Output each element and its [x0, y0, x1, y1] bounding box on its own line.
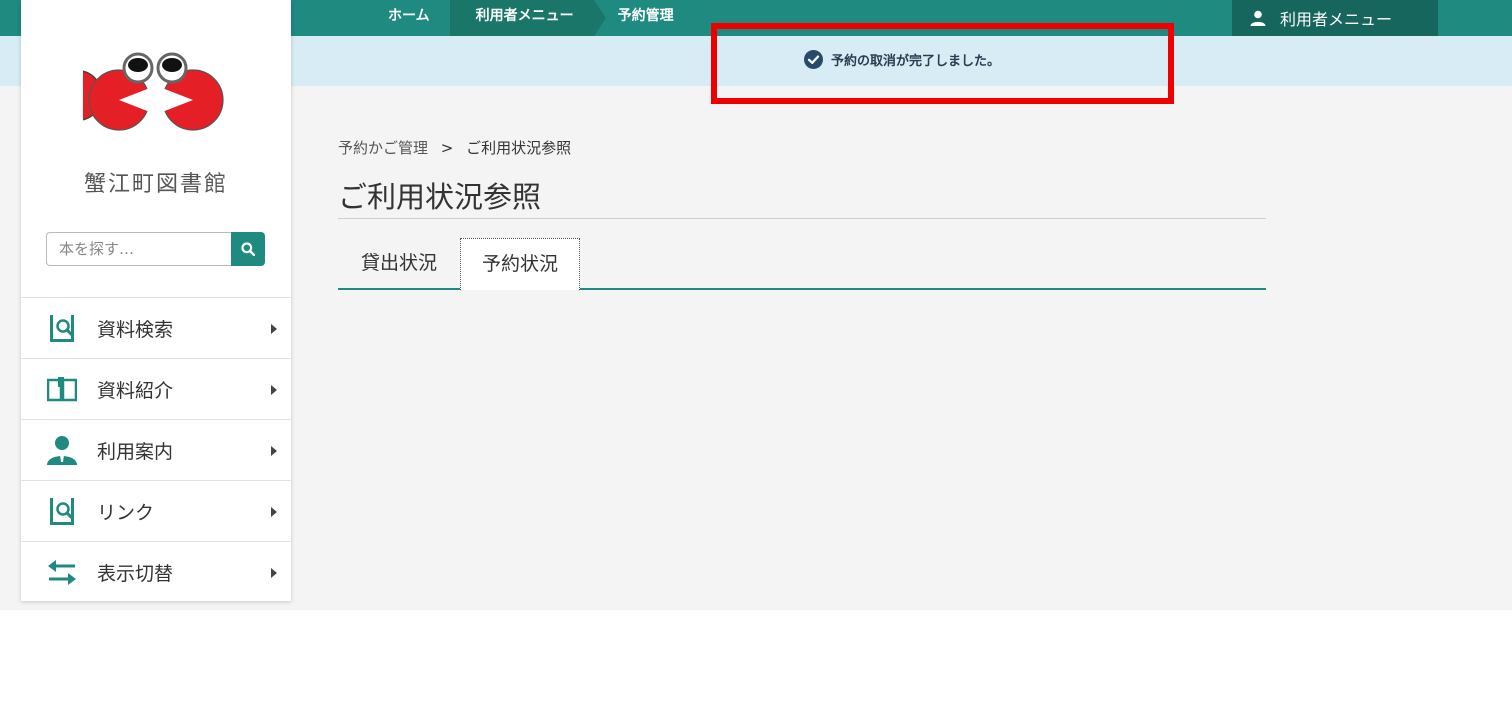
crab-logo-icon — [51, 52, 224, 131]
search-button[interactable] — [231, 232, 265, 266]
breadcrumb-home[interactable]: ホーム — [362, 0, 450, 36]
swap-arrows-icon — [48, 560, 76, 585]
sidebar-item-label: リンク — [97, 501, 155, 524]
notice-text: 予約の取消が完了しました。 — [831, 54, 1001, 69]
caret-right-icon — [271, 446, 277, 456]
sidebar-item-label: 利用案内 — [97, 440, 174, 463]
page-title: ご利用状況参照 — [338, 180, 542, 214]
book-search-icon — [50, 498, 74, 525]
sidebar-item-label: 資料検索 — [97, 318, 174, 341]
sidebar-menu: 資料検索 資料紹介 利用案内 リンク 表示切替 — [21, 297, 291, 602]
tab-loans[interactable]: 貸出状況 — [338, 238, 460, 290]
sidebar-item-guide[interactable]: 利用案内 — [21, 419, 291, 480]
title-divider — [338, 218, 1266, 219]
breadcrumb-user-menu[interactable]: 利用者メニュー — [449, 0, 606, 36]
sidebar-item-introduction[interactable]: 資料紹介 — [21, 358, 291, 419]
breadcrumb-reservation-management[interactable]: 予約管理 — [594, 0, 694, 36]
check-circle-icon — [804, 50, 823, 69]
breadcrumb-separator: > — [440, 139, 454, 157]
person-icon — [47, 436, 77, 465]
library-logo[interactable] — [51, 46, 233, 150]
search-icon — [241, 242, 255, 256]
sidebar-item-search[interactable]: 資料検索 — [21, 297, 291, 358]
caret-right-icon — [271, 385, 277, 395]
user-menu-button[interactable]: 利用者メニュー — [1232, 0, 1438, 36]
breadcrumb-parent-link[interactable]: 予約かご管理 — [338, 139, 428, 157]
sidebar: 蟹江町図書館 資料検索 — [21, 0, 291, 601]
book-search-icon — [50, 315, 74, 342]
top-breadcrumb: ホーム 利用者メニュー 予約管理 — [362, 0, 694, 36]
status-tabs: 貸出状況 予約状況 — [338, 238, 1266, 290]
tab-reservations[interactable]: 予約状況 — [460, 238, 580, 290]
open-book-icon — [47, 377, 77, 402]
search-input[interactable] — [46, 232, 234, 266]
page: ホーム 利用者メニュー 予約管理 利用者メニュー 予約の取消が完了しました。 蟹… — [0, 0, 1512, 720]
library-name: 蟹江町図書館 — [83, 172, 228, 197]
breadcrumb-current: ご利用状況参照 — [466, 139, 572, 157]
sidebar-item-label: 資料紹介 — [97, 379, 174, 402]
breadcrumb: 予約かご管理 > ご利用状況参照 — [338, 137, 571, 158]
user-icon — [1250, 10, 1266, 26]
sidebar-item-label: 表示切替 — [97, 562, 174, 585]
sidebar-item-display-switch[interactable]: 表示切替 — [21, 541, 291, 602]
sidebar-item-links[interactable]: リンク — [21, 480, 291, 541]
caret-right-icon — [271, 324, 277, 334]
notice-message: 予約の取消が完了しました。 — [804, 50, 1000, 69]
user-menu-label: 利用者メニュー — [1280, 10, 1393, 29]
caret-right-icon — [271, 507, 277, 517]
caret-right-icon — [271, 568, 277, 578]
